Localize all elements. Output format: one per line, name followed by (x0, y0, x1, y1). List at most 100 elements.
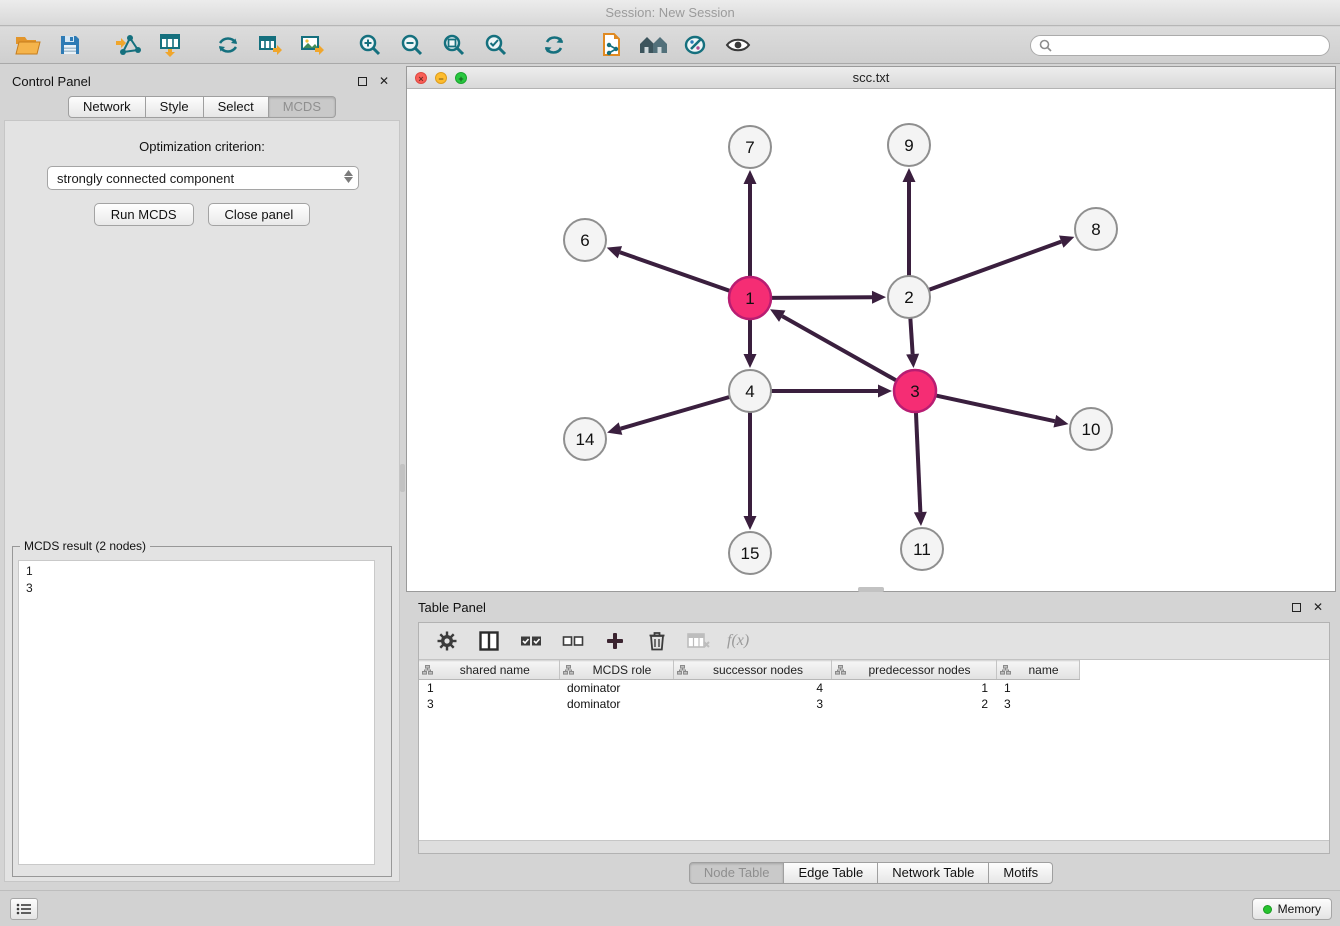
zoom-window-icon[interactable]: + (455, 72, 467, 84)
export-table-icon[interactable] (252, 30, 288, 60)
delete-table-icon-disabled (685, 627, 713, 655)
table-tab-motifs[interactable]: Motifs (989, 862, 1053, 884)
node-table-frame: f(x) shared nameMCDS rolesuccessor nodes… (418, 622, 1330, 854)
search-box[interactable] (1030, 35, 1330, 56)
network-arrows-icon[interactable] (210, 30, 246, 60)
export-document-icon[interactable] (594, 30, 630, 60)
function-builder-icon: f(x) (727, 632, 749, 650)
zoom-in-icon[interactable] (352, 30, 388, 60)
edge-3-1[interactable] (782, 316, 896, 381)
zoom-fit-icon[interactable] (436, 30, 472, 60)
select-all-columns-icon[interactable] (517, 627, 545, 655)
network-window-title: scc.txt (853, 70, 890, 85)
table-header-row: shared nameMCDS rolesuccessor nodesprede… (419, 661, 1081, 680)
show-columns-icon[interactable] (475, 627, 503, 655)
network-graph[interactable]: 7968124314101511 (407, 89, 1335, 591)
table-tab-edge-table[interactable]: Edge Table (784, 862, 878, 884)
table-toolbar: f(x) (419, 623, 1329, 660)
column-header-predecessor-nodes[interactable]: predecessor nodes (831, 661, 996, 680)
cell-successor-nodes[interactable]: 4 (673, 680, 831, 696)
column-header-shared-name[interactable]: shared name (419, 661, 559, 680)
task-history-button[interactable] (10, 898, 38, 920)
splitter-handle-horizontal[interactable] (858, 587, 884, 592)
cell-name[interactable]: 1 (996, 680, 1079, 696)
run-mcds-button[interactable]: Run MCDS (94, 203, 194, 226)
table-row[interactable]: 3dominator323 (419, 696, 1081, 712)
zoom-out-icon[interactable] (394, 30, 430, 60)
control-tab-mcds[interactable]: MCDS (269, 96, 336, 118)
float-panel-icon[interactable] (354, 73, 370, 89)
cell-successor-nodes[interactable]: 3 (673, 696, 831, 712)
table-row[interactable]: 1dominator411 (419, 680, 1081, 696)
cell-mcds-role[interactable]: dominator (559, 696, 673, 712)
eye-icon[interactable] (720, 30, 756, 60)
edge-arrow-3-11 (914, 512, 927, 526)
graph-node-label-3: 3 (910, 382, 919, 401)
column-header-name[interactable]: name (996, 661, 1079, 680)
graph-node-label-7: 7 (745, 138, 754, 157)
memory-button[interactable]: Memory (1252, 898, 1332, 920)
mcds-result-item: 1 (26, 563, 367, 580)
control-tab-select[interactable]: Select (204, 96, 269, 118)
edge-3-10[interactable] (936, 395, 1055, 421)
column-header-successor-nodes[interactable]: successor nodes (673, 661, 831, 680)
table-panel-title: Table Panel (418, 600, 1282, 615)
minimize-window-icon[interactable]: − (435, 72, 447, 84)
graph-node-label-9: 9 (904, 136, 913, 155)
zoom-selected-icon[interactable] (478, 30, 514, 60)
create-column-icon[interactable] (601, 627, 629, 655)
splitter-handle-vertical[interactable] (400, 464, 405, 492)
edge-2-8[interactable] (929, 242, 1061, 290)
import-network-icon[interactable] (110, 30, 146, 60)
open-session-icon[interactable] (10, 30, 46, 60)
edge-2-3[interactable] (910, 318, 912, 354)
cell-predecessor-nodes[interactable]: 1 (831, 680, 996, 696)
cell-predecessor-nodes[interactable]: 2 (831, 696, 996, 712)
close-window-icon[interactable]: × (415, 72, 427, 84)
column-header-mcds-role[interactable]: MCDS role (559, 661, 673, 680)
cell-shared-name[interactable]: 3 (419, 696, 559, 712)
table-settings-gear-icon[interactable] (433, 627, 461, 655)
delete-column-trash-icon[interactable] (643, 627, 671, 655)
table-tab-network-table[interactable]: Network Table (878, 862, 989, 884)
control-panel: Control Panel ✕ NetworkStyleSelectMCDS O… (4, 68, 400, 882)
search-input[interactable] (1056, 38, 1321, 52)
close-panel-icon[interactable]: ✕ (376, 73, 392, 89)
table-close-panel-icon[interactable]: ✕ (1310, 599, 1326, 615)
export-image-icon[interactable] (294, 30, 330, 60)
edge-arrow-2-3 (906, 354, 919, 368)
edge-arrow-4-3 (878, 385, 892, 398)
control-tab-network[interactable]: Network (68, 96, 146, 118)
unselect-all-columns-icon[interactable] (559, 627, 587, 655)
edge-1-2[interactable] (771, 297, 872, 298)
edge-1-6[interactable] (620, 252, 730, 291)
edge-3-11[interactable] (916, 412, 920, 512)
save-session-icon[interactable] (52, 30, 88, 60)
window-traffic-lights: × − + (415, 72, 467, 84)
optimization-criterion-select[interactable]: strongly connected component (47, 166, 359, 190)
cell-mcds-role[interactable]: dominator (559, 680, 673, 696)
control-tab-style[interactable]: Style (146, 96, 204, 118)
graph-node-label-4: 4 (745, 382, 754, 401)
graph-node-label-10: 10 (1082, 420, 1101, 439)
cell-shared-name[interactable]: 1 (419, 680, 559, 696)
home-network-icon[interactable] (636, 30, 672, 60)
refresh-icon[interactable] (536, 30, 572, 60)
control-panel-header: Control Panel ✕ (4, 68, 400, 94)
import-table-icon[interactable] (152, 30, 188, 60)
mcds-result-list[interactable]: 13 (18, 560, 375, 865)
edge-4-14[interactable] (621, 397, 730, 429)
table-horizontal-scrollbar[interactable] (419, 840, 1329, 853)
edge-arrow-4-15 (744, 516, 757, 530)
control-panel-tabs: NetworkStyleSelectMCDS (4, 96, 400, 118)
cell-name[interactable]: 3 (996, 696, 1079, 712)
table-float-panel-icon[interactable] (1288, 599, 1304, 615)
graph-node-label-15: 15 (741, 544, 760, 563)
close-panel-button[interactable]: Close panel (208, 203, 311, 226)
mcds-panel: Optimization criterion: strongly connect… (4, 120, 400, 882)
mcds-result-title: MCDS result (2 nodes) (20, 539, 150, 553)
table-tab-node-table[interactable]: Node Table (689, 862, 785, 884)
mcds-result-item: 3 (26, 580, 367, 597)
style-brush-icon[interactable] (678, 30, 714, 60)
select-stepper-icon (344, 170, 353, 183)
